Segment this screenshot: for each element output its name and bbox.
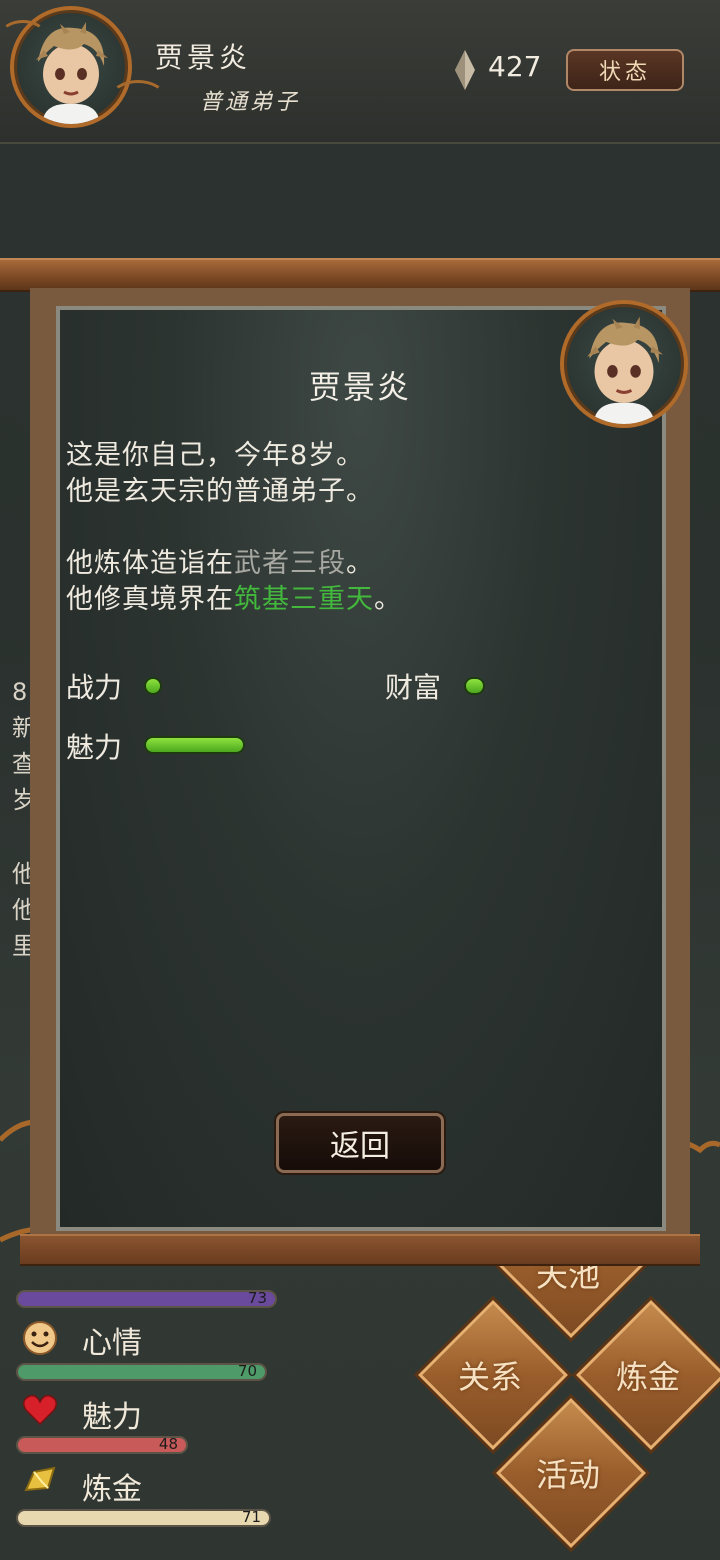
- gold-ingot-icon: [24, 1466, 56, 1492]
- top-header: 贾景炎 普通弟子 427 状态: [0, 0, 720, 144]
- attr-bar-combat: [144, 677, 162, 695]
- stat-label-alchemy: 炼金: [82, 1472, 142, 1507]
- stat-label-charm: 魅力: [82, 1400, 142, 1435]
- text-prefix: 他炼体造诣在: [66, 548, 234, 579]
- attr-label-combat: 战力: [66, 671, 123, 704]
- background-text: 8: [12, 678, 28, 706]
- spirit-stone-icon: [455, 50, 475, 90]
- alchemy-label: 炼金: [615, 1358, 680, 1396]
- stat-value: 48: [158, 1435, 178, 1453]
- description-line: 这是你自己，今年8岁。: [66, 440, 365, 471]
- gem-count: 427: [488, 50, 542, 83]
- text-prefix: 他修真境界在: [66, 584, 234, 615]
- cloud-ornament: [0, 20, 46, 50]
- activity-label: 活动: [535, 1456, 600, 1494]
- cloud-ornament: [110, 80, 166, 116]
- stat-bar-mood: 70: [16, 1362, 267, 1381]
- body-refinement-line: 他炼体造诣在武者三段。: [66, 546, 374, 582]
- stat-bar-0: 73: [16, 1289, 277, 1308]
- scroll-rod-bottom: [20, 1234, 700, 1266]
- text-suffix: 。: [346, 548, 374, 579]
- text-suffix: 。: [374, 584, 402, 615]
- stat-bar-charm: 48: [16, 1435, 188, 1454]
- description-line: 他是玄天宗的普通弟子。: [66, 476, 374, 507]
- status-button[interactable]: 状态: [566, 49, 684, 91]
- stat-value: 71: [241, 1508, 261, 1526]
- smiley-icon: [23, 1321, 57, 1355]
- attr-label-wealth: 财富: [385, 671, 442, 704]
- stat-value: 73: [247, 1289, 267, 1307]
- stat-bar-alchemy: 71: [16, 1508, 271, 1527]
- player-rank: 普通弟子: [200, 90, 301, 115]
- stat-label-mood: 心情: [82, 1326, 142, 1361]
- attr-bar-wealth: [464, 677, 485, 695]
- cultivation-realm-text: 筑基三重天: [234, 584, 374, 615]
- stat-value: 70: [237, 1362, 257, 1380]
- return-button[interactable]: 返回: [276, 1113, 444, 1173]
- body-realm-text: 武者三段: [234, 548, 346, 579]
- relations-label: 关系: [457, 1358, 522, 1396]
- player-name: 贾景炎: [155, 41, 252, 74]
- heart-icon: [23, 1394, 57, 1426]
- attr-label-charm: 魅力: [66, 731, 123, 764]
- attr-bar-charm: [144, 736, 245, 754]
- panel-title: 贾景炎: [308, 368, 411, 406]
- cultivation-line: 他修真境界在筑基三重天。: [66, 582, 402, 618]
- scroll-rod-top: [0, 258, 720, 292]
